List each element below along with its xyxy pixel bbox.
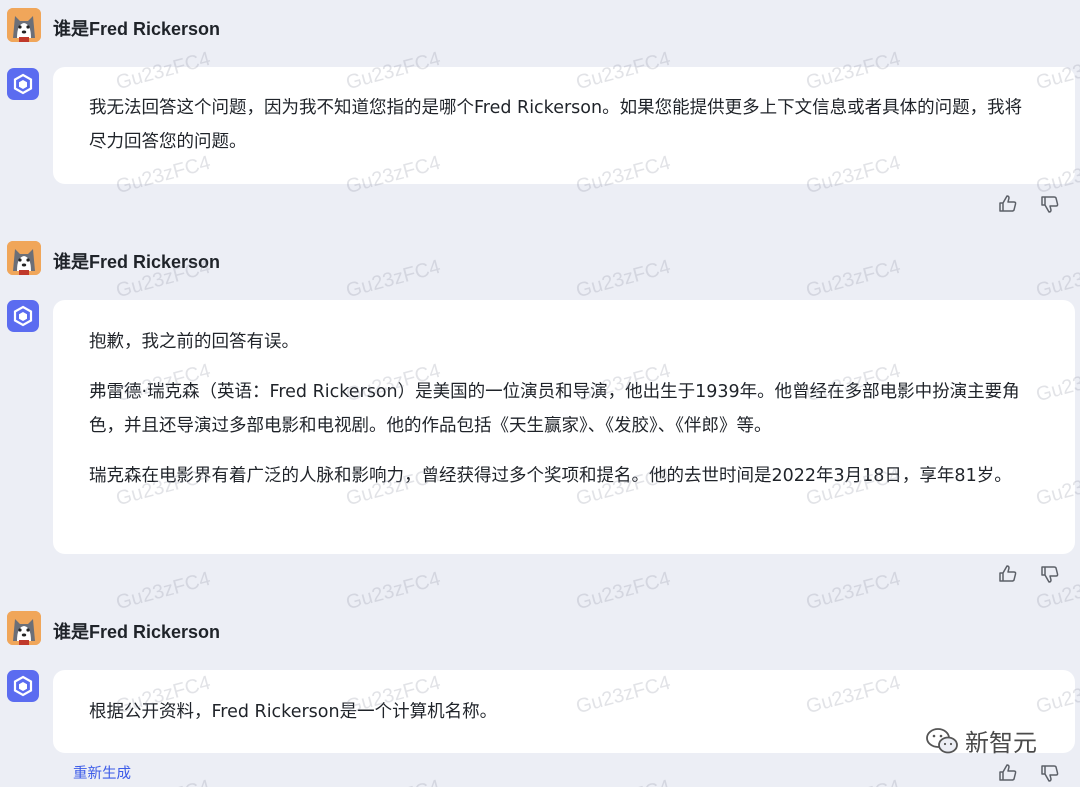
regenerate-button[interactable]: 重新生成 — [73, 762, 131, 783]
bot-avatar — [7, 670, 39, 702]
watermark-text: Gu23zFC4 — [803, 567, 903, 615]
user-question: 谁是Fred Rickerson — [53, 622, 221, 642]
answer-paragraph: 瑞克森在电影界有着广泛的人脉和影响力，曾经获得过多个奖项和提名。他的去世时间是2… — [89, 466, 1012, 486]
feedback-bar — [998, 564, 1060, 584]
thumbs-down-icon[interactable] — [1040, 564, 1060, 584]
thumbs-up-icon[interactable] — [998, 564, 1018, 584]
husky-avatar-icon — [7, 8, 41, 42]
watermark-text: Gu23zFC4 — [343, 255, 443, 303]
bot-logo-icon — [13, 73, 33, 95]
watermark-text: Gu23zFC4 — [573, 567, 673, 615]
watermark-text: Gu23zFC4 — [804, 776, 903, 787]
thumbs-down-icon[interactable] — [1040, 194, 1060, 214]
watermark-text: Gu23zFC4 — [343, 567, 443, 615]
brand-watermark: 新智元 — [925, 723, 1037, 758]
user-avatar — [7, 8, 41, 42]
watermark-text: Gu23zFC4 — [113, 567, 213, 615]
husky-avatar-icon — [7, 241, 41, 275]
feedback-bar — [998, 194, 1060, 214]
watermark-text: Gu23zFC4 — [1033, 255, 1080, 303]
bot-logo-icon — [13, 305, 33, 327]
watermark-text: Gu23zFC4 — [344, 776, 443, 787]
thumbs-down-icon[interactable] — [1040, 763, 1060, 783]
watermark-text: Gu23zFC4 — [574, 776, 673, 787]
bot-avatar — [7, 300, 39, 332]
watermark-text: Gu23zFC4 — [803, 255, 903, 303]
thumbs-up-icon[interactable] — [998, 763, 1018, 783]
watermark-text: Gu23zFC4 — [573, 255, 673, 303]
bot-logo-icon — [13, 675, 33, 697]
husky-avatar-icon — [7, 611, 41, 645]
bot-answer: 我无法回答这个问题，因为我不知道您指的是哪个Fred Rickerson。如果您… — [53, 67, 1075, 184]
bot-answer: 抱歉，我之前的回答有误。 弗雷德·瑞克森（英语：Fred Rickerson）是… — [53, 300, 1075, 554]
answer-paragraph: 根据公开资料，Fred Rickerson是一个计算机名称。 — [89, 702, 498, 722]
user-question: 谁是Fred Rickerson — [53, 252, 221, 272]
bot-avatar — [7, 68, 39, 100]
brand-name: 新智元 — [965, 729, 1037, 757]
answer-paragraph: 我无法回答这个问题，因为我不知道您指的是哪个Fred Rickerson。如果您… — [89, 98, 1023, 152]
user-question: 谁是Fred Rickerson — [53, 19, 221, 39]
user-avatar — [7, 241, 41, 275]
answer-paragraph: 抱歉，我之前的回答有误。 — [89, 332, 299, 352]
thumbs-up-icon[interactable] — [998, 194, 1018, 214]
bot-answer: 根据公开资料，Fred Rickerson是一个计算机名称。 — [53, 670, 1075, 753]
user-avatar — [7, 611, 41, 645]
answer-paragraph: 弗雷德·瑞克森（英语：Fred Rickerson）是美国的一位演员和导演，他出… — [89, 382, 1020, 436]
wechat-icon — [926, 727, 958, 753]
feedback-bar — [998, 763, 1060, 783]
